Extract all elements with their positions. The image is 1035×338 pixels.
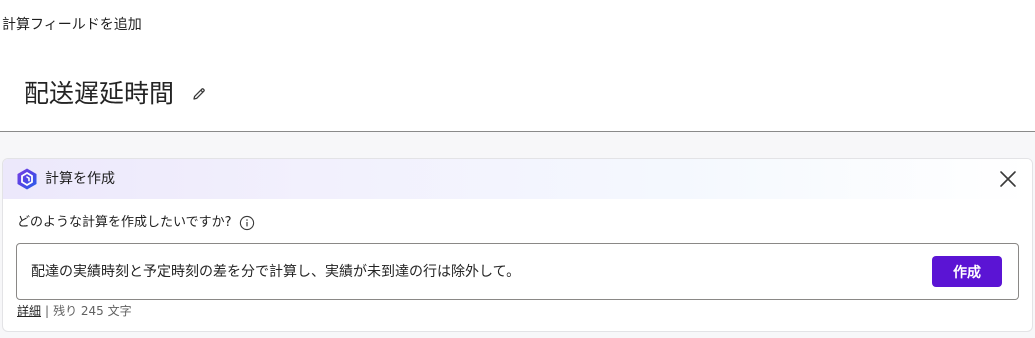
question-row: どのような計算を作成したいですか? xyxy=(17,213,255,233)
copilot-logo-icon xyxy=(17,168,37,190)
field-name-title: 配送遅延時間 xyxy=(24,79,175,108)
copilot-panel-header: 計算を作成 xyxy=(3,159,1032,199)
prompt-question-label: どのような計算を作成したいですか? xyxy=(17,215,232,230)
edit-field-name-button[interactable] xyxy=(188,83,210,105)
copilot-panel-title: 計算を作成 xyxy=(45,171,115,187)
info-circle-icon xyxy=(239,215,254,231)
remaining-characters: 残り 245 文字 xyxy=(53,304,132,318)
prompt-input-box[interactable]: 配達の実績時刻と予定時刻の差を分で計算し、実績が未到達の行は除外して。 作成 xyxy=(16,243,1019,300)
create-button[interactable]: 作成 xyxy=(932,256,1002,287)
close-icon xyxy=(1000,171,1016,187)
info-icon[interactable] xyxy=(239,215,255,231)
footer-separator: | xyxy=(45,304,50,318)
dialog-heading: 計算フィールドを追加 xyxy=(2,17,142,33)
pencil-icon xyxy=(193,88,205,100)
copilot-panel: 計算を作成 どのような計算を作成したいですか? 配達の実績時刻と予定時刻の差を分… xyxy=(2,158,1033,332)
prompt-input[interactable]: 配達の実績時刻と予定時刻の差を分で計算し、実績が未到達の行は除外して。 xyxy=(31,262,520,282)
details-link[interactable]: 詳細 xyxy=(17,303,41,319)
close-copilot-button[interactable] xyxy=(996,167,1020,191)
prompt-footer: 詳細 | 残り 245 文字 xyxy=(17,301,132,321)
field-name-row: 配送遅延時間 xyxy=(24,74,210,114)
